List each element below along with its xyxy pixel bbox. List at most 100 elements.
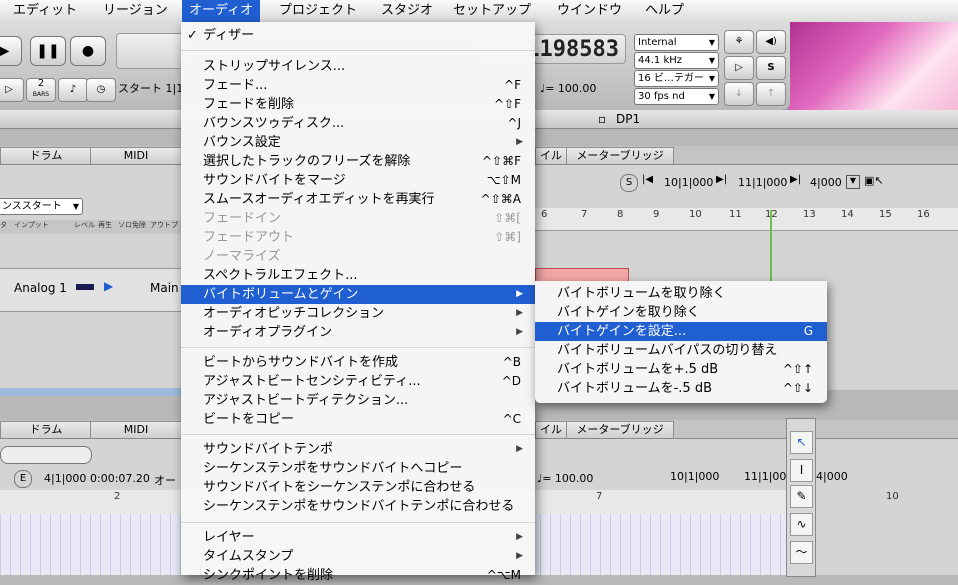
sync-source-select[interactable]: Internal — [634, 34, 719, 51]
tab-drums-bottom[interactable]: ドラム — [0, 421, 92, 438]
loc-length[interactable]: 4|000 — [810, 176, 842, 189]
menu-window[interactable]: ウインドウ — [550, 0, 629, 22]
ruler-label: 6 — [541, 209, 548, 220]
loc-length-bottom[interactable]: 4|000 — [816, 470, 848, 483]
tab-file[interactable]: イル — [535, 147, 567, 164]
menu-item-label: バイトボリュームを取り除く — [557, 286, 726, 301]
menu-item-remove-sync-point[interactable]: シンクポイントを削除 ^⌥M — [181, 566, 535, 585]
metronome-icon: ♪ — [69, 84, 77, 95]
menu-item-beat-detection[interactable]: アジャストビートディテクション... — [181, 391, 535, 410]
menu-item-beats-to-soundbites[interactable]: ビートからサウンドバイトを作成 ^B — [181, 353, 535, 372]
loc-start-bottom[interactable]: 10|1|000 — [670, 470, 719, 483]
menu-item-smooth-edits[interactable]: スムースオーディオエディットを再実行 ^⇧⌘A — [181, 190, 535, 209]
cursor-button[interactable]: ▷ — [724, 56, 754, 80]
wave-tool[interactable]: 〜 — [790, 541, 813, 564]
menu-edit[interactable]: エディット — [6, 0, 84, 22]
submenu-item-toggle-bypass[interactable]: バイトボリュームバイパスの切り替え — [535, 341, 827, 360]
ruler-label: 16 — [917, 209, 930, 220]
menu-item-shortcut: ^B — [502, 355, 521, 369]
menu-item-audio-plugins[interactable]: オーディオプラグイン ▶ — [181, 323, 535, 342]
frame-rate-select[interactable]: 30 fps nd — [634, 88, 719, 105]
menu-item-copy-seq-tempo[interactable]: シーケンステンポをサウンドバイトへコピー — [181, 459, 535, 478]
menu-item-conform-sequence[interactable]: シーケンステンポをサウンドバイトテンポに合わせる — [181, 497, 535, 516]
pause-button[interactable]: ❚❚ — [30, 36, 66, 66]
menu-item-merge-soundbites[interactable]: サウンドバイトをマージ ⌥⇧M — [181, 171, 535, 190]
submenu-item-remove-volume[interactable]: バイトボリュームを取り除く — [535, 284, 827, 303]
menu-item-bounce-settings[interactable]: バウンス設定 ▶ — [181, 133, 535, 152]
menu-item-pitch-correction[interactable]: オーディオピッチコレクション ▶ — [181, 304, 535, 323]
track-output[interactable]: Main — [150, 281, 179, 295]
input-monitor-button[interactable]: ⚘ — [724, 30, 754, 54]
tab-midi[interactable]: MIDI — [90, 147, 182, 164]
tab-file-bottom[interactable]: イル — [535, 421, 567, 438]
play-button[interactable]: ▶ — [0, 36, 22, 66]
menu-item-label: フェードアウト — [203, 230, 295, 245]
menu-setup[interactable]: セットアップ — [446, 0, 538, 22]
submenu-item-remove-gain[interactable]: バイトゲインを取り除く — [535, 303, 827, 322]
ibeam-tool[interactable]: I — [790, 459, 813, 482]
rewind-icon[interactable]: |◀ — [642, 174, 653, 185]
down-button[interactable]: ↓ — [724, 82, 754, 106]
menu-item-dither[interactable]: ✓ ディザー — [181, 26, 535, 45]
menu-item-beat-sensitivity[interactable]: アジャストビートセンシティビティ... ^D — [181, 372, 535, 391]
submenu-item-volume-up[interactable]: バイトボリュームを+.5 dB ^⇧↑ — [535, 360, 827, 379]
menu-item-conform-soundbites[interactable]: サウンドバイトをシーケンステンポに合わせる — [181, 478, 535, 497]
clock-button[interactable]: ◷ — [86, 78, 116, 102]
submenu-arrow-icon: ▶ — [516, 444, 523, 454]
menu-item-copy-beats[interactable]: ビートをコピー ^C — [181, 410, 535, 429]
menu-project[interactable]: プロジェクト — [272, 0, 364, 22]
tab-drums[interactable]: ドラム — [0, 147, 92, 164]
bars-button[interactable]: 2 BARS — [26, 78, 56, 102]
horizontal-scrollbar[interactable] — [0, 388, 181, 396]
up-button[interactable]: ↑ — [756, 82, 786, 106]
end-icon[interactable]: ▶| — [790, 174, 801, 185]
loc-menu-button[interactable]: ▼ — [846, 175, 860, 189]
sample-rate-select[interactable]: 44.1 kHz — [634, 52, 719, 69]
track-order-select[interactable]: ンススタート — [0, 198, 83, 215]
loop-icon: ▷ — [5, 84, 13, 95]
record-button[interactable]: ● — [70, 36, 106, 66]
menu-item-label: フェードを削除 — [203, 97, 295, 112]
track-input[interactable]: Analog 1 — [14, 281, 67, 295]
menu-item-remove-fade[interactable]: フェードを削除 ^⇧F — [181, 95, 535, 114]
menu-item-fade[interactable]: フェード... ^F — [181, 76, 535, 95]
submenu-arrow-icon: ▶ — [516, 532, 523, 542]
menu-item-bite-volume-gain[interactable]: バイトボリュームとゲイン ▶ — [181, 285, 535, 304]
bit-depth-select[interactable]: 16 ビ…テガー — [634, 70, 719, 87]
ruler-label: 7 — [581, 209, 588, 220]
menu-item-bounce-to-disk[interactable]: バウンスツゥディスク... ^J — [181, 114, 535, 133]
arrow-tool[interactable]: ↖ — [790, 431, 813, 454]
forward-icon[interactable]: ▶| — [716, 174, 727, 185]
menu-item-fade-out: フェードアウト ⇧⌘] — [181, 228, 535, 247]
tab-meter-bridge-bottom[interactable]: メーターブリッジ — [566, 421, 674, 438]
menu-audio[interactable]: オーディオ — [182, 0, 261, 22]
curve-tool[interactable]: ∿ — [790, 513, 813, 536]
submenu-item-volume-down[interactable]: バイトボリュームを-.5 dB ^⇧↓ — [535, 379, 827, 398]
loc-start[interactable]: 10|1|000 — [664, 176, 713, 189]
menu-region[interactable]: リージョン — [96, 0, 175, 22]
locator-s-button[interactable]: S — [620, 174, 638, 192]
ruler-label: 7 — [596, 491, 603, 502]
submenu-item-set-gain[interactable]: バイトゲインを設定... G — [535, 322, 827, 341]
menu-help[interactable]: ヘルプ — [638, 0, 691, 22]
track-row[interactable]: Analog 1 ▶ Main — [0, 268, 181, 312]
s-button[interactable]: S — [756, 56, 786, 80]
menu-studio[interactable]: スタジオ — [374, 0, 440, 22]
menu-item-soundbite-tempo[interactable]: サウンドバイトテンポ ▶ — [181, 440, 535, 459]
menu-item-unfreeze[interactable]: 選択したトラックのフリーズを解除 ^⇧⌘F — [181, 152, 535, 171]
menu-item-layers[interactable]: レイヤー ▶ — [181, 528, 535, 547]
menu-item-spectral-effects[interactable]: スペクトラルエフェクト... — [181, 266, 535, 285]
tab-midi-bottom[interactable]: MIDI — [90, 421, 182, 438]
tab-meter-bridge[interactable]: メーターブリッジ — [566, 147, 674, 164]
pencil-tool[interactable]: ✎ — [790, 485, 813, 508]
speaker-button[interactable]: ◀) — [756, 30, 786, 54]
menu-item-strip-silence[interactable]: ストリップサイレンス... — [181, 57, 535, 76]
play-enable-icon[interactable]: ▶ — [104, 279, 113, 293]
metronome-button[interactable]: ♪ — [58, 78, 88, 102]
e-button[interactable]: E — [14, 470, 32, 488]
loc-options-icon[interactable]: ▣↖ — [864, 174, 884, 187]
loop-button[interactable]: ▷ — [0, 78, 24, 102]
menu-item-time-stamp[interactable]: タイムスタンプ ▶ — [181, 547, 535, 566]
loc-end[interactable]: 11|1|000 — [738, 176, 787, 189]
zoom-slider[interactable] — [0, 446, 92, 464]
